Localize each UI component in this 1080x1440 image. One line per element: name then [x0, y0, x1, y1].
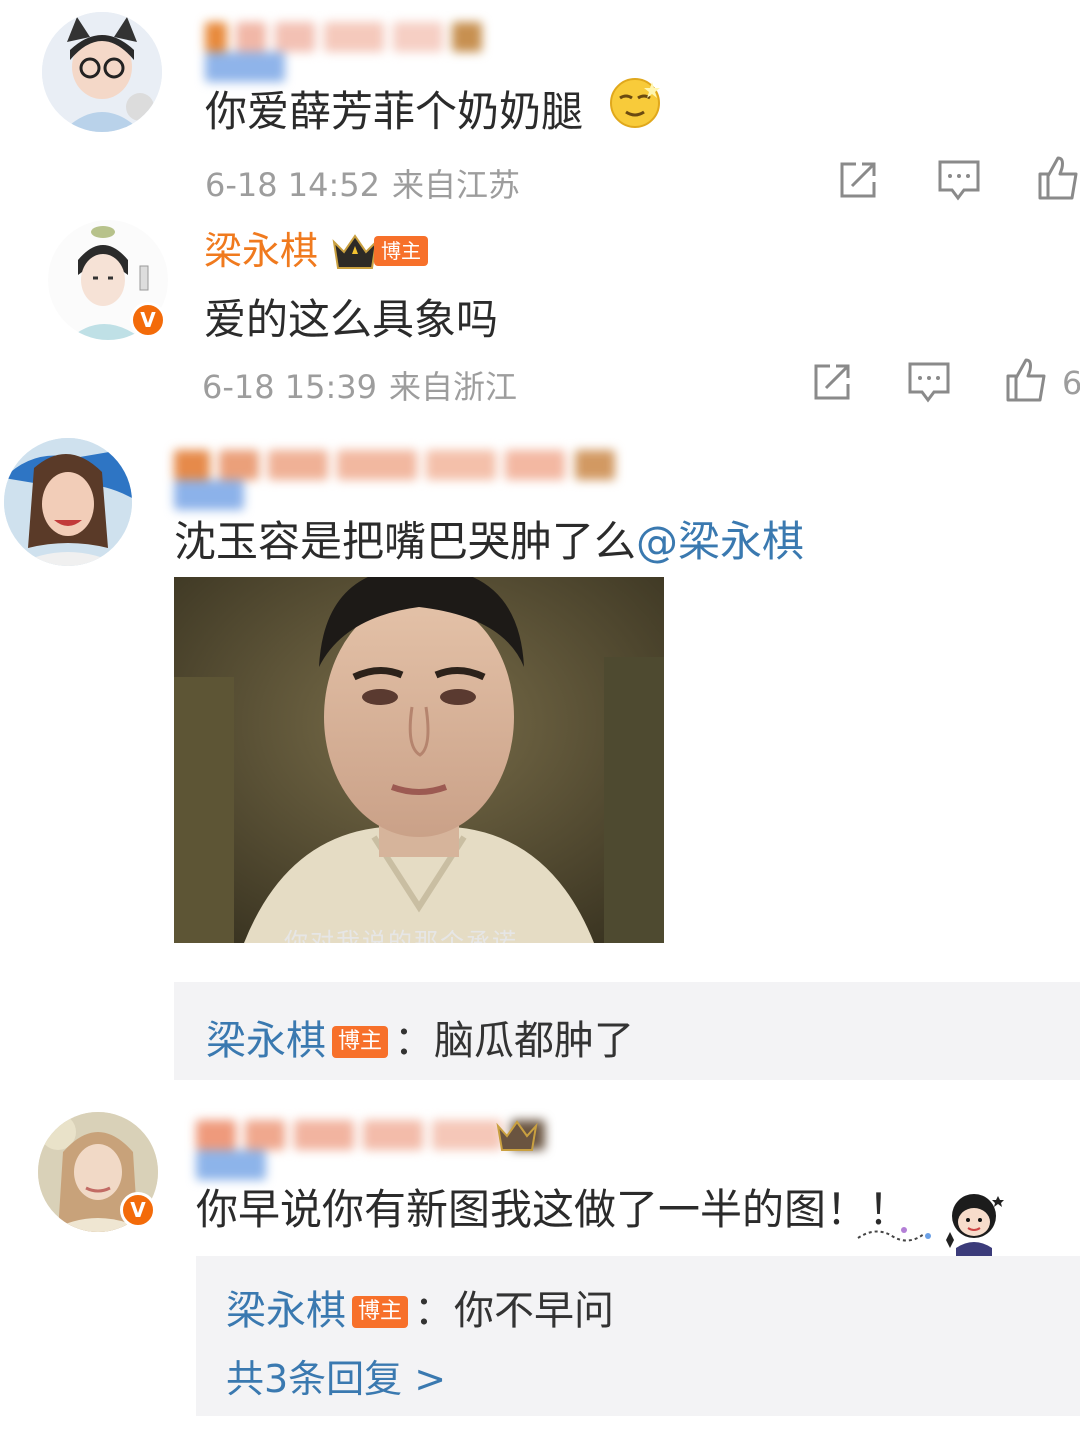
- sticker-girl-icon: [856, 1186, 1006, 1256]
- avatar[interactable]: [4, 438, 132, 566]
- comment-image[interactable]: 你对我说的那个承诺: [174, 577, 664, 943]
- reply-text: ：你不早问: [414, 1288, 615, 1334]
- comment-text: 你早说你有新图我这做了一半的图！！: [196, 1185, 911, 1234]
- reply-line: 梁永棋 博主 ：脑瓜都肿了: [206, 1008, 634, 1066]
- reply-text: ：脑瓜都肿了: [394, 1018, 635, 1064]
- comment-location: 来自浙江: [389, 368, 518, 406]
- avatar[interactable]: [42, 12, 162, 132]
- comment-time: 6-18 15:39: [202, 368, 378, 406]
- share-icon[interactable]: [836, 158, 880, 202]
- comment-icon[interactable]: [906, 360, 952, 404]
- author-tag: 博主: [352, 1296, 409, 1328]
- drama-still-image: [174, 577, 664, 943]
- author-tag: 博主: [332, 1026, 389, 1058]
- username-blurred[interactable]: [174, 450, 694, 510]
- comment-2: V 梁永棋 博主 爱的这么具象吗 6-18 15:39 来自浙江 6: [0, 210, 1080, 410]
- view-more-replies-link[interactable]: 共3条回复 >: [226, 1348, 446, 1403]
- crown-icon: [494, 1118, 540, 1158]
- mention-link[interactable]: @梁永棋: [636, 517, 804, 566]
- comment-meta: 6-18 15:39 来自浙江: [202, 362, 517, 408]
- reply-line: 梁永棋 博主 ：你不早问: [226, 1278, 614, 1336]
- like-icon[interactable]: [1004, 356, 1048, 404]
- image-caption: 你对我说的那个承诺: [284, 928, 518, 943]
- emoji-icon: [608, 76, 662, 130]
- avatar-image: [42, 12, 162, 132]
- like-count: 6: [1062, 364, 1080, 402]
- comment-location: 来自江苏: [392, 166, 521, 204]
- reply-author[interactable]: 梁永棋: [206, 1018, 326, 1064]
- reply-preview[interactable]: 梁永棋 博主 ：脑瓜都肿了: [174, 982, 1080, 1080]
- crown-icon: [330, 232, 380, 276]
- username[interactable]: 梁永棋: [204, 220, 318, 275]
- comment-1: 你爱薛芳菲个奶奶腿 6-18 14:52 来自江苏: [0, 0, 1080, 210]
- username-blurred[interactable]: [205, 22, 565, 82]
- comment-text: 沈玉容是把嘴巴哭肿了么@梁永棋: [174, 508, 804, 569]
- comment-text-body: 沈玉容是把嘴巴哭肿了么: [174, 517, 637, 566]
- like-icon[interactable]: [1036, 154, 1080, 202]
- comment-3: 沈玉容是把嘴巴哭肿了么@梁永棋 你对我说的那个承诺 梁永棋 博主 ：脑瓜都肿了: [0, 430, 1080, 1090]
- verified-badge-icon: V: [130, 302, 166, 338]
- verified-badge-icon: V: [120, 1192, 156, 1228]
- comment-time: 6-18 14:52: [205, 166, 381, 204]
- username-blurred[interactable]: [196, 1120, 616, 1180]
- comment-meta: 6-18 14:52 来自江苏: [205, 160, 520, 206]
- comment-text: 你爱薛芳菲个奶奶腿: [205, 87, 584, 136]
- avatar-image: [4, 438, 132, 566]
- author-tag: 博主: [374, 236, 428, 266]
- reply-author[interactable]: 梁永棋: [226, 1288, 346, 1334]
- comment-text: 爱的这么具象吗: [204, 295, 499, 344]
- reply-preview[interactable]: 梁永棋 博主 ：你不早问 共3条回复 >: [196, 1256, 1080, 1416]
- comment-4: V 你早说你有新图我这做了一半的图！！ 梁永棋 博主 ：你不早问 共3条回复 >: [0, 1100, 1080, 1440]
- share-icon[interactable]: [810, 360, 854, 404]
- comment-icon[interactable]: [936, 158, 982, 202]
